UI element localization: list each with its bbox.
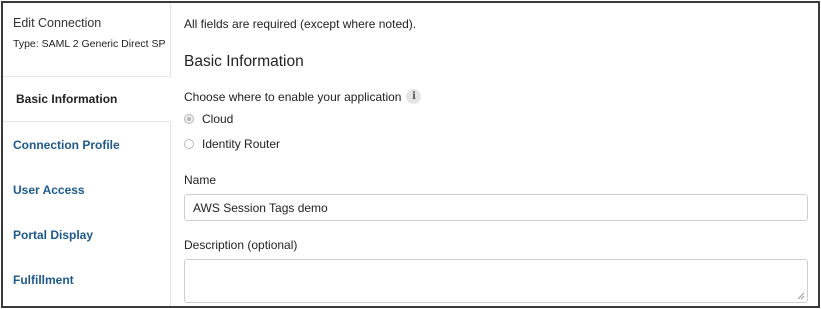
edit-connection-window: Edit Connection Type: SAML 2 Generic Dir… (1, 1, 820, 308)
radio-button-cloud[interactable] (184, 114, 194, 124)
sidebar-item-fulfillment[interactable]: Fulfillment (3, 257, 171, 302)
name-input[interactable] (184, 194, 808, 221)
description-label: Description (optional) (184, 238, 298, 252)
radio-button-identity-router[interactable] (184, 139, 194, 149)
required-fields-note: All fields are required (except where no… (184, 17, 417, 31)
sidebar-item-connection-profile[interactable]: Connection Profile (3, 122, 171, 167)
description-textarea[interactable] (184, 259, 808, 303)
sidebar-item-basic-information[interactable]: Basic Information (3, 77, 171, 122)
sidebar-item-label: Connection Profile (13, 137, 120, 152)
connection-type-label: Type: SAML 2 Generic Direct SP (13, 38, 166, 50)
radio-label-identity-router: Identity Router (202, 137, 281, 151)
sidebar-item-user-access[interactable]: User Access (3, 167, 171, 212)
name-label: Name (184, 173, 217, 187)
enable-application-text: Choose where to enable your application (184, 89, 402, 104)
info-icon[interactable]: i (406, 89, 422, 104)
resize-grip-icon[interactable] (797, 292, 805, 300)
sidebar-item-label: Fulfillment (13, 272, 74, 287)
sidebar-item-label: Basic Information (16, 92, 118, 106)
edit-connection-header: Edit Connection Type: SAML 2 Generic Dir… (13, 15, 169, 51)
radio-label-cloud: Cloud (202, 112, 234, 126)
section-title: Basic Information (184, 53, 304, 70)
description-field-wrapper (184, 259, 808, 303)
sidebar-item-label: User Access (13, 182, 85, 197)
sidebar-item-portal-display[interactable]: Portal Display (3, 212, 171, 257)
radio-option-identity-router[interactable]: Identity Router (184, 137, 280, 151)
radio-option-cloud[interactable]: Cloud (184, 112, 233, 126)
enable-application-label: Choose where to enable your application … (184, 89, 422, 104)
edit-connection-title: Edit Connection (13, 16, 102, 30)
main-form: All fields are required (except where no… (184, 3, 814, 306)
sidebar: Edit Connection Type: SAML 2 Generic Dir… (3, 3, 171, 306)
sidebar-item-label: Portal Display (13, 227, 94, 242)
